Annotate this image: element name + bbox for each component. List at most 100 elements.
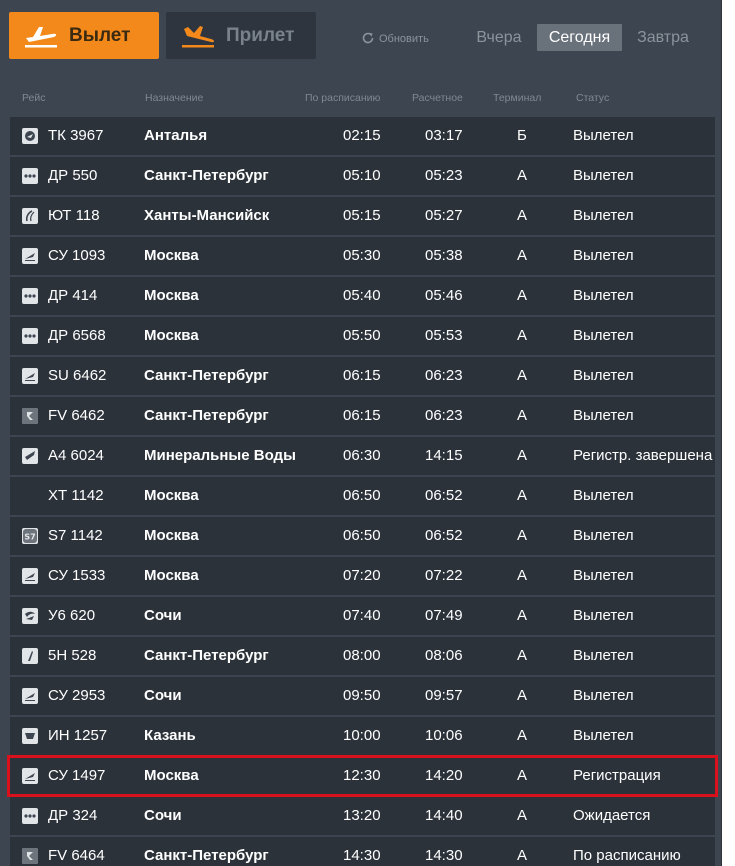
arrivals-tab-button[interactable]: Прилет: [166, 12, 316, 59]
table-row[interactable]: S7 S7 1142 Москва 06:50 06:52 А Вылетел: [10, 517, 715, 555]
flight-number-cell: 5Н 528: [48, 647, 97, 664]
scheduled-time-cell: 10:00: [343, 727, 381, 744]
scheduled-time-cell: 06:50: [343, 527, 381, 544]
terminal-cell: А: [517, 207, 528, 224]
flight-number-cell: ТК 3967: [48, 127, 104, 144]
estimated-time-cell: 05:46: [425, 287, 463, 304]
day-tomorrow-button[interactable]: Завтра: [628, 24, 698, 51]
pobeda-logo-icon: [22, 648, 38, 664]
destination-cell: Ханты-Мансийск: [144, 207, 270, 224]
terminal-cell: А: [517, 687, 528, 704]
estimated-time-cell: 14:20: [425, 767, 463, 784]
destination-cell: Минеральные Воды: [144, 447, 296, 464]
column-header-estimated: Расчетное: [412, 92, 463, 104]
table-row[interactable]: А4 6024 Минеральные Воды 06:30 14:15 А Регист…: [10, 437, 715, 475]
turkish-airlines-logo-icon: [22, 128, 38, 144]
table-row[interactable]: СУ 1533 Москва 07:20 07:22 А Вылетел: [10, 557, 715, 595]
estimated-time-cell: 07:49: [425, 607, 463, 624]
estimated-time-cell: 07:22: [425, 567, 463, 584]
scheduled-time-cell: 06:15: [343, 407, 381, 424]
terminal-cell: А: [517, 847, 528, 864]
status-cell: Вылетел: [573, 287, 634, 304]
scheduled-time-cell: 08:00: [343, 647, 381, 664]
table-row[interactable]: 5Н 528 Санкт-Петербург 08:00 08:06 А Вылетел: [10, 637, 715, 675]
scheduled-time-cell: 12:30: [343, 767, 381, 784]
table-row[interactable]: ДР 414 Москва 05:40 05:46 А Вылетел: [10, 277, 715, 315]
terminal-cell: А: [517, 727, 528, 744]
table-row[interactable]: ТК 3967 Анталья 02:15 03:17 Б Вылетел: [10, 117, 715, 155]
table-row[interactable]: СУ 1497 Москва 12:30 14:20 А Регистрация: [10, 757, 715, 795]
table-row[interactable]: ДР 324 Сочи 13:20 14:40 А Ожидается: [10, 797, 715, 835]
terminal-cell: А: [517, 647, 528, 664]
flight-number-cell: FV 6462: [48, 407, 105, 424]
column-header-destination: Назначение: [145, 92, 204, 104]
destination-cell: Санкт-Петербург: [144, 647, 269, 664]
wing-logo-icon: [22, 448, 38, 464]
table-row[interactable]: СУ 2953 Сочи 09:50 09:57 А Вылетел: [10, 677, 715, 715]
scheduled-time-cell: 05:30: [343, 247, 381, 264]
destination-cell: Санкт-Петербург: [144, 167, 269, 184]
status-cell: Вылетел: [573, 247, 634, 264]
estimated-time-cell: 14:30: [425, 847, 463, 864]
estimated-time-cell: 06:52: [425, 527, 463, 544]
terminal-cell: А: [517, 287, 528, 304]
flight-number-cell: СУ 1497: [48, 767, 106, 784]
status-cell: Регистр. завершена: [573, 447, 713, 464]
departures-tab-button[interactable]: Вылет: [9, 12, 159, 59]
scheduled-time-cell: 06:15: [343, 367, 381, 384]
table-row[interactable]: ХТ 1142 Москва 06:50 06:52 А Вылетел: [10, 477, 715, 515]
estimated-time-cell: 06:23: [425, 407, 463, 424]
table-row[interactable]: ИН 1257 Казань 10:00 10:06 А Вылетел: [10, 717, 715, 755]
destination-cell: Санкт-Петербург: [144, 847, 269, 864]
scheduled-time-cell: 05:40: [343, 287, 381, 304]
table-row[interactable]: FV 6462 Санкт-Петербург 06:15 06:23 А Вылетел: [10, 397, 715, 435]
table-row[interactable]: ДР 550 Санкт-Петербург 05:10 05:23 А Вылетел: [10, 157, 715, 195]
table-row[interactable]: У6 620 Сочи 07:40 07:49 А Вылетел: [10, 597, 715, 635]
flight-number-cell: СУ 1533: [48, 567, 106, 584]
destination-cell: Москва: [144, 767, 199, 784]
status-cell: Регистрация: [573, 767, 661, 784]
estimated-time-cell: 05:23: [425, 167, 463, 184]
status-cell: Вылетел: [573, 487, 634, 504]
status-cell: Вылетел: [573, 127, 634, 144]
day-yesterday-button[interactable]: Вчера: [468, 24, 530, 51]
table-row[interactable]: FV 6464 Санкт-Петербург 14:30 14:30 А По расп…: [10, 837, 715, 866]
column-header-scheduled: По расписанию: [305, 92, 381, 104]
status-cell: Вылетел: [573, 567, 634, 584]
aeroflot-logo-icon: [22, 368, 38, 384]
destination-cell: Москва: [144, 247, 199, 264]
terminal-cell: А: [517, 167, 528, 184]
aeroflot-logo-icon: [22, 688, 38, 704]
empty-logo-slot: [22, 488, 38, 504]
aeroflot-logo-icon: [22, 768, 38, 784]
terminal-cell: А: [517, 447, 528, 464]
estimated-time-cell: 03:17: [425, 127, 463, 144]
flight-number-cell: ДР 324: [48, 807, 98, 824]
table-row[interactable]: СУ 1093 Москва 05:30 05:38 А Вылетел: [10, 237, 715, 275]
destination-cell: Москва: [144, 527, 199, 544]
terminal-cell: А: [517, 767, 528, 784]
terminal-cell: А: [517, 487, 528, 504]
flight-number-cell: СУ 2953: [48, 687, 106, 704]
scheduled-time-cell: 05:10: [343, 167, 381, 184]
board-toolbar: Вылет Прилет Обновить Вчера Сегодня Завт…: [0, 0, 721, 75]
status-cell: Вылетел: [573, 407, 634, 424]
terminal-cell: А: [517, 807, 528, 824]
ural-logo-icon: [22, 608, 38, 624]
estimated-time-cell: 06:23: [425, 367, 463, 384]
table-row[interactable]: ДР 6568 Москва 05:50 05:53 А Вылетел: [10, 317, 715, 355]
flight-number-cell: А4 6024: [48, 447, 104, 464]
rossiya-logo-icon: [22, 848, 38, 864]
flights-table: ТК 3967 Анталья 02:15 03:17 Б Вылетел ДР 550 Са…: [10, 117, 715, 866]
table-row[interactable]: SU 6462 Санкт-Петербург 06:15 06:23 А Вылетел: [10, 357, 715, 395]
day-today-button[interactable]: Сегодня: [537, 24, 622, 51]
estimated-time-cell: 14:40: [425, 807, 463, 824]
aeroflot-logo-icon: [22, 568, 38, 584]
destination-cell: Санкт-Петербург: [144, 367, 269, 384]
flight-number-cell: S7 1142: [48, 527, 103, 544]
estimated-time-cell: 09:57: [425, 687, 463, 704]
terminal-cell: Б: [517, 127, 527, 144]
estimated-time-cell: 14:15: [425, 447, 463, 464]
dots-logo-icon: [22, 168, 38, 184]
table-row[interactable]: ЮТ 118 Ханты-Мансийск 05:15 05:27 А Вылетел: [10, 197, 715, 235]
